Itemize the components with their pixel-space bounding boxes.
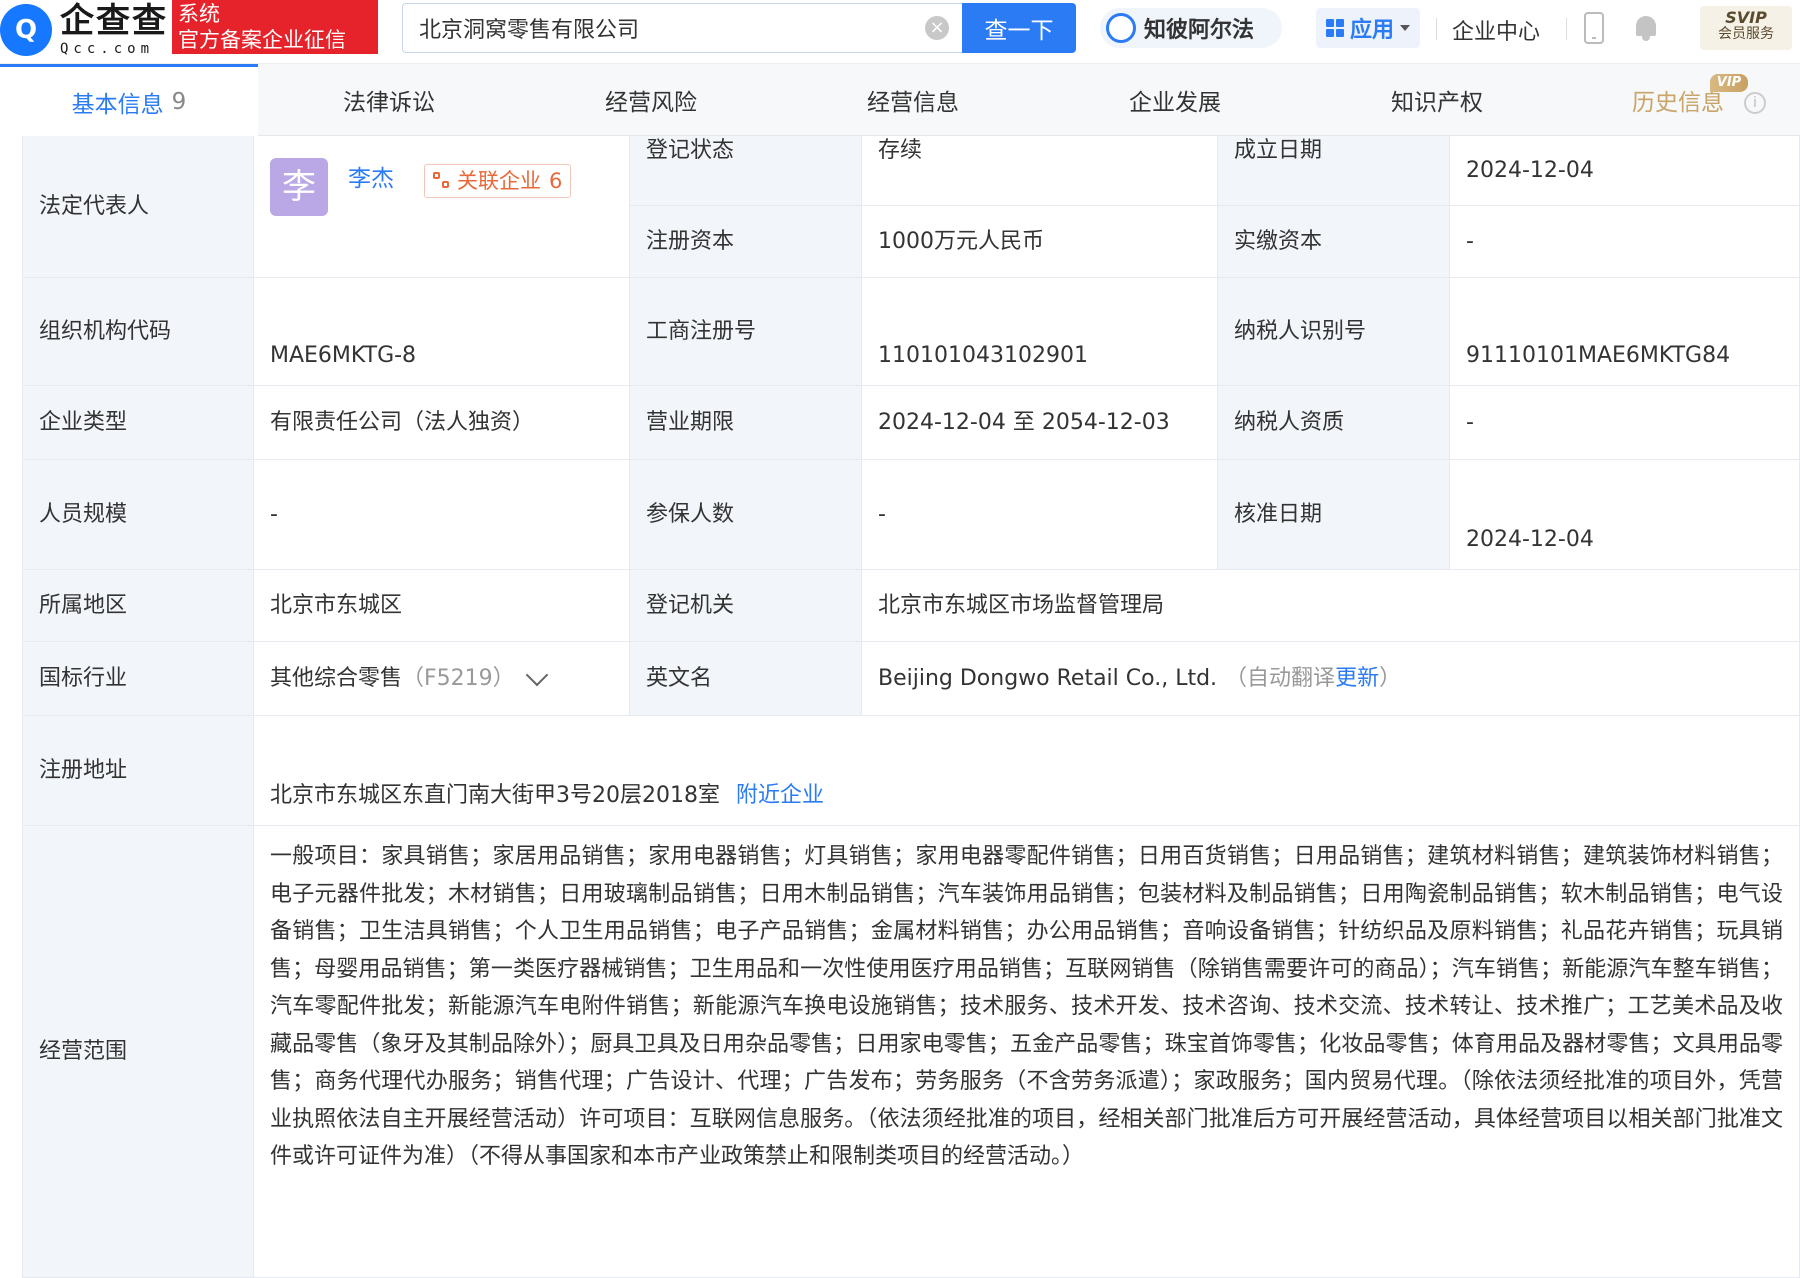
taxpayer-id-label: 纳税人识别号 — [1218, 278, 1450, 386]
reg-capital-label: 注册资本 — [630, 206, 862, 278]
svip-button[interactable]: SVIP 会员服务 — [1700, 6, 1792, 50]
tab-basic-info[interactable]: 基本信息 9 — [0, 64, 258, 136]
reg-address-value: 北京市东城区东直门南大街甲3号20层2018室 — [270, 783, 720, 808]
zhibiaer-button[interactable]: 知彼阿尔法 — [1100, 8, 1282, 48]
legal-rep-cell: 李 李杰 关联企业 6 — [254, 136, 630, 278]
approved-date-label: 核准日期 — [1218, 460, 1450, 570]
legal-rep-label: 法定代表人 — [22, 136, 254, 278]
reg-status-label: 登记状态 — [630, 136, 862, 206]
org-code-label: 组织机构代码 — [22, 278, 254, 386]
logo-mark-icon: Q — [0, 4, 52, 56]
tab-enterprise-development[interactable]: 企业发展 — [1044, 64, 1306, 136]
paid-capital-value: - — [1450, 206, 1800, 278]
staff-size-value: - — [254, 460, 630, 570]
search-button[interactable]: 查一下 — [962, 3, 1076, 53]
apps-menu-button[interactable]: 应用 — [1316, 8, 1420, 48]
update-translation-link[interactable]: 更新 — [1335, 664, 1379, 694]
industry-label: 国标行业 — [22, 642, 254, 716]
industry-code: （F5219） — [402, 665, 515, 691]
enterprise-center-link[interactable]: 企业中心 — [1452, 14, 1540, 46]
english-name-label: 英文名 — [630, 642, 862, 716]
region-label: 所属地区 — [22, 570, 254, 642]
biz-scope-label: 经营范围 — [22, 826, 254, 1278]
tab-business-risk[interactable]: 经营风险 — [520, 64, 782, 136]
network-icon — [433, 172, 451, 190]
top-header: Q 企查查 Qcc.com 系统 官方备案企业征信 北京洞窝零售有限公司 × 查… — [0, 0, 1800, 64]
reg-address-label: 注册地址 — [22, 716, 254, 826]
industry-cell[interactable]: 其他综合零售 （F5219） — [254, 642, 630, 716]
biz-reg-no-label: 工商注册号 — [630, 278, 862, 386]
logo-text: 企查查 — [60, 1, 168, 41]
clear-search-icon[interactable]: × — [925, 16, 949, 40]
avatar[interactable]: 李 — [270, 158, 328, 216]
info-icon[interactable]: i — [1744, 92, 1766, 114]
paid-capital-label: 实缴资本 — [1218, 206, 1450, 278]
biz-scope-value: 一般项目：家具销售；家居用品销售；家用电器销售；灯具销售；家用电器零配件销售；日… — [254, 826, 1800, 1278]
caret-down-icon — [1400, 25, 1410, 31]
staff-size-label: 人员规模 — [22, 460, 254, 570]
biz-reg-no-value: 110101043102901 — [862, 278, 1218, 386]
org-code-value: MAE6MKTG-8 — [254, 278, 630, 386]
tab-intellectual-property[interactable]: 知识产权 — [1306, 64, 1568, 136]
tab-business-info[interactable]: 经营信息 — [782, 64, 1044, 136]
nearby-companies-link[interactable]: 附近企业 — [736, 781, 824, 811]
company-type-label: 企业类型 — [22, 386, 254, 460]
insured-count-label: 参保人数 — [630, 460, 862, 570]
taxpayer-qual-label: 纳税人资质 — [1218, 386, 1450, 460]
chevron-down-icon[interactable] — [525, 663, 548, 686]
industry-value: 其他综合零售 — [270, 665, 403, 691]
official-badge: 系统 官方备案企业征信 — [172, 0, 378, 54]
auto-translate-note: （自动翻译 — [1225, 665, 1336, 691]
reg-status-value: 存续 — [862, 136, 1218, 206]
taxpayer-id-value: 91110101MAE6MKTG84 — [1450, 278, 1800, 386]
alpha-logo-icon — [1106, 13, 1136, 43]
section-tabs: 基本信息 9 法律诉讼 经营风险 经营信息 企业发展 知识产权 历史信息 — [0, 64, 1800, 136]
region-value: 北京市东城区 — [254, 570, 630, 642]
tab-legal-litigation[interactable]: 法律诉讼 — [258, 64, 520, 136]
vip-badge: VIP — [1710, 74, 1748, 92]
reg-authority-value: 北京市东城区市场监督管理局 — [862, 570, 1800, 642]
approved-date-value: 2024-12-04 — [1450, 460, 1800, 570]
taxpayer-qual-value: - — [1450, 386, 1800, 460]
legal-rep-name[interactable]: 李杰 — [348, 164, 394, 194]
english-name-cell: Beijing Dongwo Retail Co., Ltd. （自动翻译 更新… — [862, 642, 1800, 716]
grid-icon — [1325, 19, 1344, 37]
mobile-icon[interactable] — [1584, 12, 1604, 44]
english-name-value: Beijing Dongwo Retail Co., Ltd. — [878, 665, 1218, 691]
reg-address-cell: 北京市东城区东直门南大街甲3号20层2018室 附近企业 — [254, 716, 1800, 826]
logo[interactable]: Q 企查查 Qcc.com — [0, 0, 168, 60]
logo-domain: Qcc.com — [60, 41, 155, 57]
notification-bell-icon[interactable] — [1633, 14, 1659, 42]
established-date-label: 成立日期 — [1218, 136, 1450, 206]
related-companies-button[interactable]: 关联企业 6 — [424, 164, 572, 198]
biz-term-value: 2024-12-04 至 2054-12-03 — [862, 386, 1218, 460]
search-input[interactable]: 北京洞窝零售有限公司 — [402, 3, 962, 53]
biz-term-label: 营业期限 — [630, 386, 862, 460]
insured-count-value: - — [862, 460, 1218, 570]
reg-capital-value: 1000万元人民币 — [862, 206, 1218, 278]
reg-authority-label: 登记机关 — [630, 570, 862, 642]
established-date-value: 2024-12-04 — [1450, 136, 1800, 206]
company-type-value: 有限责任公司（法人独资） — [254, 386, 630, 460]
